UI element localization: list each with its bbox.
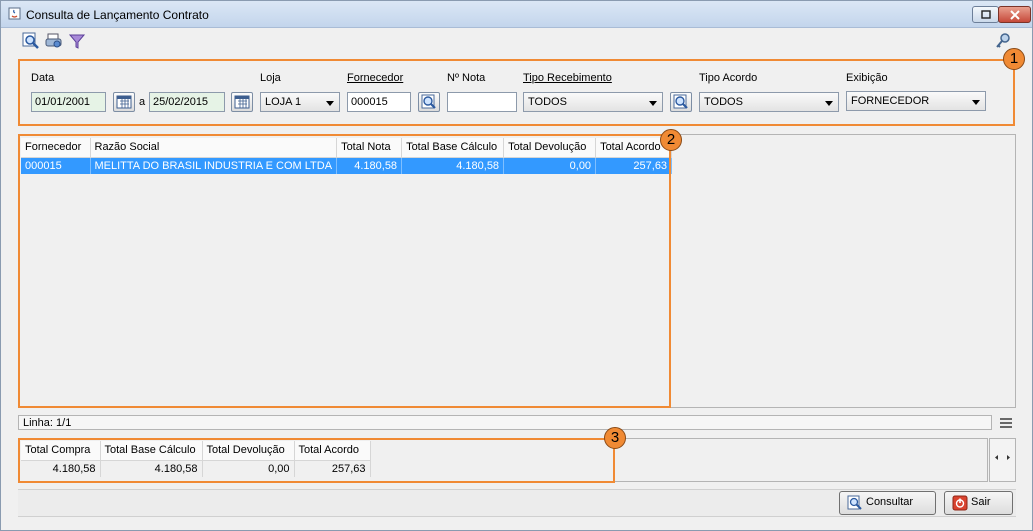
search-icon [673,94,688,109]
exibicao-value: FORNECEDOR [851,95,930,107]
consultar-button[interactable]: Consultar [839,491,936,515]
print-icon[interactable] [45,32,63,50]
close-button[interactable] [998,6,1031,23]
tipo-acordo-label: Tipo Acordo [699,72,758,84]
exibicao-label: Exibição [846,72,888,84]
tipo-acordo-select[interactable]: TODOS [699,92,839,112]
window-title: Consulta de Lançamento Contrato [26,8,209,22]
search-icon [421,94,436,109]
status-bar: Linha: 1/1 [18,415,992,430]
date-end-field[interactable]: 25/02/2015 [149,92,225,112]
close-icon [1010,10,1020,20]
section-badge-1: 1 [1003,48,1025,70]
search-icon [847,495,862,510]
java-app-icon [8,7,21,20]
chevron-down-icon [649,101,657,106]
sair-button[interactable]: Sair [944,491,1013,515]
consultar-label: Consultar [866,496,914,508]
loja-select-value: LOJA 1 [265,96,302,108]
fornecedor-label[interactable]: Fornecedor [347,72,403,84]
row-counter: Linha: 1/1 [23,417,72,429]
filter-icon[interactable] [68,32,86,50]
date-start-field[interactable]: 01/01/2001 [31,92,106,112]
horizontal-scroller[interactable] [989,438,1016,482]
main-window: Consulta de Lançamento Contrato 1 Data 0… [0,0,1033,531]
calendar-icon [234,95,250,109]
tipo-recebimento-search-button[interactable] [670,92,692,112]
tipo-recebimento-label[interactable]: Tipo Recebimento [523,72,612,84]
scroll-arrows-icon [995,455,1010,460]
exibicao-select[interactable]: FORNECEDOR [846,91,986,111]
grid-section [18,134,671,408]
fornecedor-field[interactable]: 000015 [347,92,411,112]
title-bar: Consulta de Lançamento Contrato [1,1,1032,28]
tipo-recebimento-select[interactable]: TODOS [523,92,663,112]
chevron-down-icon [326,101,334,106]
tipo-acordo-value: TODOS [704,96,743,108]
section-badge-2: 2 [660,129,682,151]
calendar-icon [116,95,132,109]
exit-icon [952,495,968,511]
totals-section [18,438,615,483]
key-icon[interactable] [994,32,1012,50]
section-badge-3: 3 [604,427,626,449]
tipo-recebimento-value: TODOS [528,96,567,108]
chevron-down-icon [825,101,833,106]
restore-icon [981,10,991,19]
restore-button[interactable] [972,6,999,23]
nota-label: Nº Nota [447,72,486,84]
data-label: Data [31,72,55,84]
fornecedor-search-button[interactable] [418,92,440,112]
date-end-calendar-button[interactable] [231,92,253,112]
menu-icon[interactable] [999,417,1013,429]
search-icon[interactable] [22,32,40,50]
date-separator: a [139,96,146,108]
nota-field[interactable] [447,92,517,112]
loja-label: Loja [260,72,281,84]
chevron-down-icon [972,100,980,105]
sair-label: Sair [971,496,991,508]
loja-select[interactable]: LOJA 1 [260,92,340,112]
date-start-calendar-button[interactable] [113,92,135,112]
